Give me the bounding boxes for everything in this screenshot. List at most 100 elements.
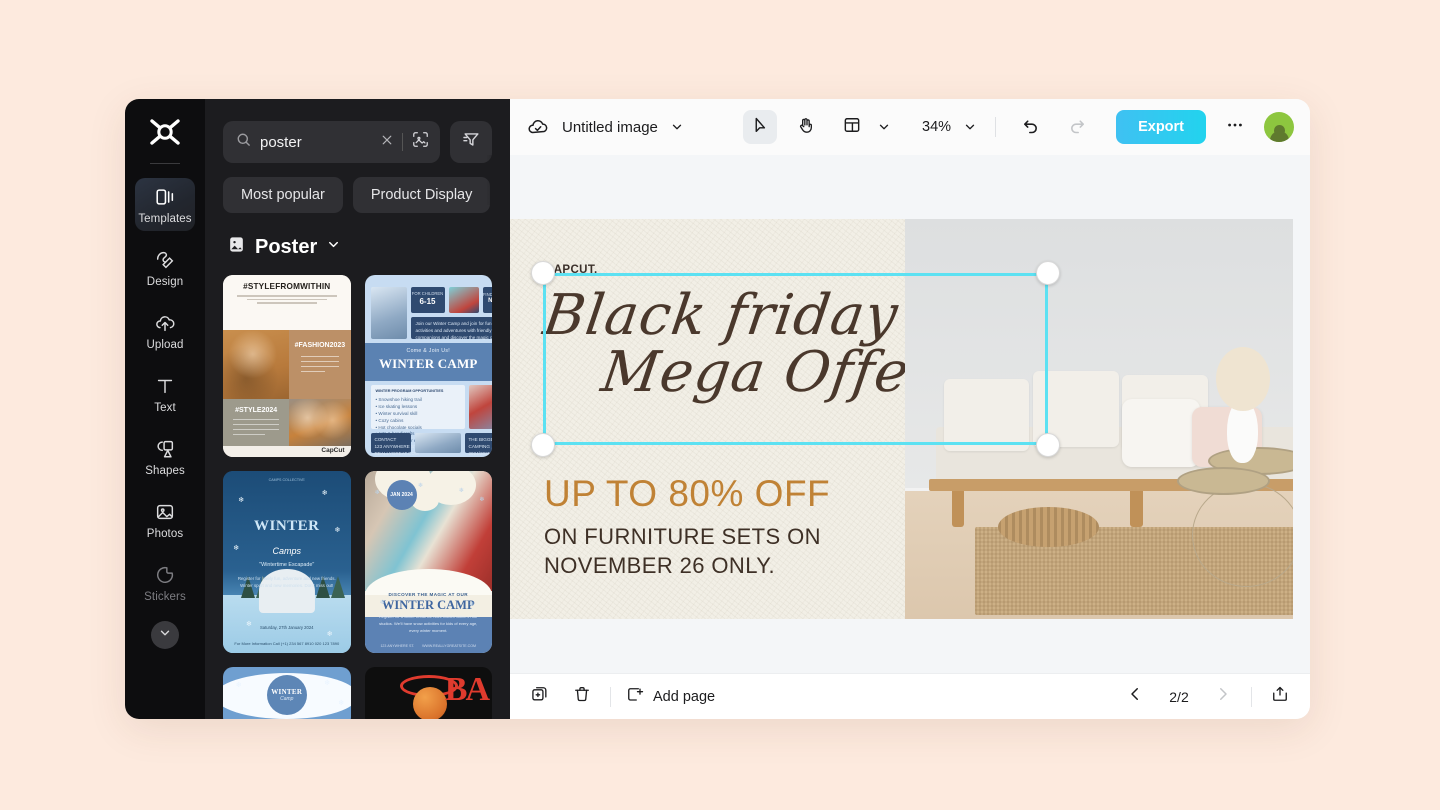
export-button[interactable]: Export xyxy=(1116,110,1206,144)
chevron-right-icon xyxy=(1214,685,1232,708)
zoom-level[interactable]: 34% xyxy=(917,119,951,135)
avatar-head xyxy=(1273,125,1285,136)
poster-subtext-1[interactable]: ON FURNITURE SETS ON xyxy=(544,524,821,550)
app-window: Templates Design Upload Text Shapes Phot… xyxy=(125,99,1310,719)
close-icon[interactable] xyxy=(380,133,394,152)
sofa-cushion xyxy=(944,379,1030,451)
previous-page-button[interactable] xyxy=(1121,683,1149,711)
sidebar-expand-button[interactable] xyxy=(151,621,179,649)
sidebar-item-shapes[interactable]: Shapes xyxy=(135,430,195,483)
sidebar-item-label: Design xyxy=(146,276,184,288)
thumb-footer-bottom: For More Information Call (+1) 234 567 8… xyxy=(234,640,340,646)
cloud-saved-icon[interactable] xyxy=(526,115,550,139)
thumb-panel: FOR CHILDREN 6-15 xyxy=(410,287,445,313)
select-tool-button[interactable] xyxy=(743,110,778,144)
snowflake-icon: ❄ xyxy=(238,497,245,505)
chip-row-fade xyxy=(486,155,510,205)
redo-button[interactable] xyxy=(1060,110,1094,144)
sidebar-item-templates[interactable]: Templates xyxy=(135,178,195,231)
thumb-quote: "Wintertime Escapade" xyxy=(259,562,315,568)
snowflake-icon: ❄ xyxy=(235,682,242,689)
thumb-kicker: Come & Join Us! xyxy=(406,348,450,354)
thumb-panel: #STYLE2024 xyxy=(223,398,290,447)
export-page-icon xyxy=(1270,684,1290,709)
chevron-down-icon[interactable] xyxy=(877,120,891,134)
sidebar-item-text[interactable]: Text xyxy=(135,367,195,420)
poster-artboard[interactable]: CAPCUT. Black friday Mega Offers! UP TO … xyxy=(510,219,1293,619)
thumb-title: BA xyxy=(444,671,490,708)
selection-handle-top-left xyxy=(531,261,555,285)
chevron-down-icon[interactable] xyxy=(670,120,684,134)
export-page-button[interactable] xyxy=(1266,683,1294,711)
template-thumbnail[interactable]: FOR CHILDREN 6-15 FIND SPORT NOW Join ou… xyxy=(364,275,492,457)
duplicate-page-icon xyxy=(530,684,550,709)
upload-cloud-icon xyxy=(153,311,177,335)
avatar[interactable] xyxy=(1264,112,1294,142)
sidebar-item-label: Upload xyxy=(146,339,184,351)
divider xyxy=(995,117,997,137)
selection-handle-top-right xyxy=(1036,261,1060,285)
sidebar-item-label: Shapes xyxy=(145,465,185,477)
thumb-footer-right: WWW.REALLYGREATSITE.COM xyxy=(422,643,477,648)
thumb-label: FIND SPORT xyxy=(482,292,492,297)
layout-tool-button[interactable] xyxy=(835,110,869,144)
snowflake-icon: ❄ xyxy=(321,490,328,498)
thumb-panel: #FASHION2023 xyxy=(289,329,351,399)
filter-chip-row: Most popular Product Display xyxy=(205,163,510,213)
chevron-down-icon xyxy=(158,626,172,645)
image-search-icon[interactable] xyxy=(411,130,430,154)
undo-button[interactable] xyxy=(1014,110,1048,144)
thumb-panel: FIND SPORT NOW xyxy=(482,287,492,313)
sidebar-item-photos[interactable]: Photos xyxy=(135,493,195,546)
chevron-down-icon[interactable] xyxy=(963,120,977,134)
design-icon xyxy=(153,248,177,272)
delete-page-button[interactable] xyxy=(568,683,596,711)
section-header[interactable]: Poster xyxy=(205,213,510,259)
thumb-body: CONTACT 123 ANYWHERE ST REALLYGREAT.COM xyxy=(374,437,419,456)
add-page-button[interactable]: Add page xyxy=(625,685,715,709)
photos-icon xyxy=(153,500,177,524)
hand-icon xyxy=(796,115,816,140)
chevron-left-icon xyxy=(1126,685,1144,708)
template-thumbnail[interactable]: BA xyxy=(364,667,492,719)
chip-product-display[interactable]: Product Display xyxy=(352,177,491,213)
poster-subtext-2[interactable]: NOVEMBER 26 ONLY. xyxy=(544,553,775,579)
selection-handle-bottom-right xyxy=(1036,433,1060,457)
divider xyxy=(1251,686,1252,707)
cursor-arrow-icon xyxy=(750,115,770,140)
template-thumbnail[interactable]: WINTER Camp ❄ ❄ ❄ xyxy=(223,667,351,719)
side-table-top xyxy=(1176,467,1270,495)
search-icon xyxy=(235,131,252,153)
thumb-photo xyxy=(468,385,492,429)
throw-pillow xyxy=(1122,399,1200,467)
hand-tool-button[interactable] xyxy=(789,110,823,144)
thumb-label: FOR CHILDREN xyxy=(411,291,444,296)
search-input[interactable]: poster xyxy=(223,121,440,163)
more-options-button[interactable] xyxy=(1218,110,1252,144)
sidebar-item-design[interactable]: Design xyxy=(135,241,195,294)
woven-pouf xyxy=(998,507,1100,547)
chip-most-popular[interactable]: Most popular xyxy=(223,177,343,213)
snowflake-icon: ❄ xyxy=(334,526,341,534)
sidebar-item-stickers[interactable]: Stickers xyxy=(135,556,195,609)
sidebar-item-label: Photos xyxy=(146,528,184,540)
template-thumbnail[interactable]: CAMPS COLLECTIVE WINTER Camps "Wintertim… xyxy=(223,471,351,653)
duplicate-page-button[interactable] xyxy=(526,683,554,711)
thumb-title-band: Come & Join Us! WINTER CAMP xyxy=(364,343,492,381)
sidebar-item-upload[interactable]: Upload xyxy=(135,304,195,357)
selection-handle-bottom-left xyxy=(531,433,555,457)
shapes-icon xyxy=(153,437,177,461)
snowflake-icon: ❄ xyxy=(458,488,464,495)
template-thumbnail[interactable]: #STYLEFROMWITHIN #FASHION2023 #STYLE2024… xyxy=(223,275,351,457)
chevron-down-icon[interactable] xyxy=(326,237,341,257)
next-page-button[interactable] xyxy=(1209,683,1237,711)
poster-offer-text[interactable]: UP TO 80% OFF xyxy=(544,473,830,515)
page-indicator: 2/2 xyxy=(1169,688,1189,705)
document-title[interactable]: Untitled image xyxy=(562,119,658,136)
thumb-photo xyxy=(414,433,461,453)
sidebar-item-label: Text xyxy=(154,402,176,414)
canvas-area[interactable]: CAPCUT. Black friday Mega Offers! UP TO … xyxy=(510,155,1310,673)
sidebar-item-label: Templates xyxy=(138,213,192,225)
template-thumbnail[interactable]: JAN 2024 DISCOVER THE MAGIC AT OUR WINTE… xyxy=(364,471,492,653)
capcut-logo-icon[interactable] xyxy=(145,115,185,149)
